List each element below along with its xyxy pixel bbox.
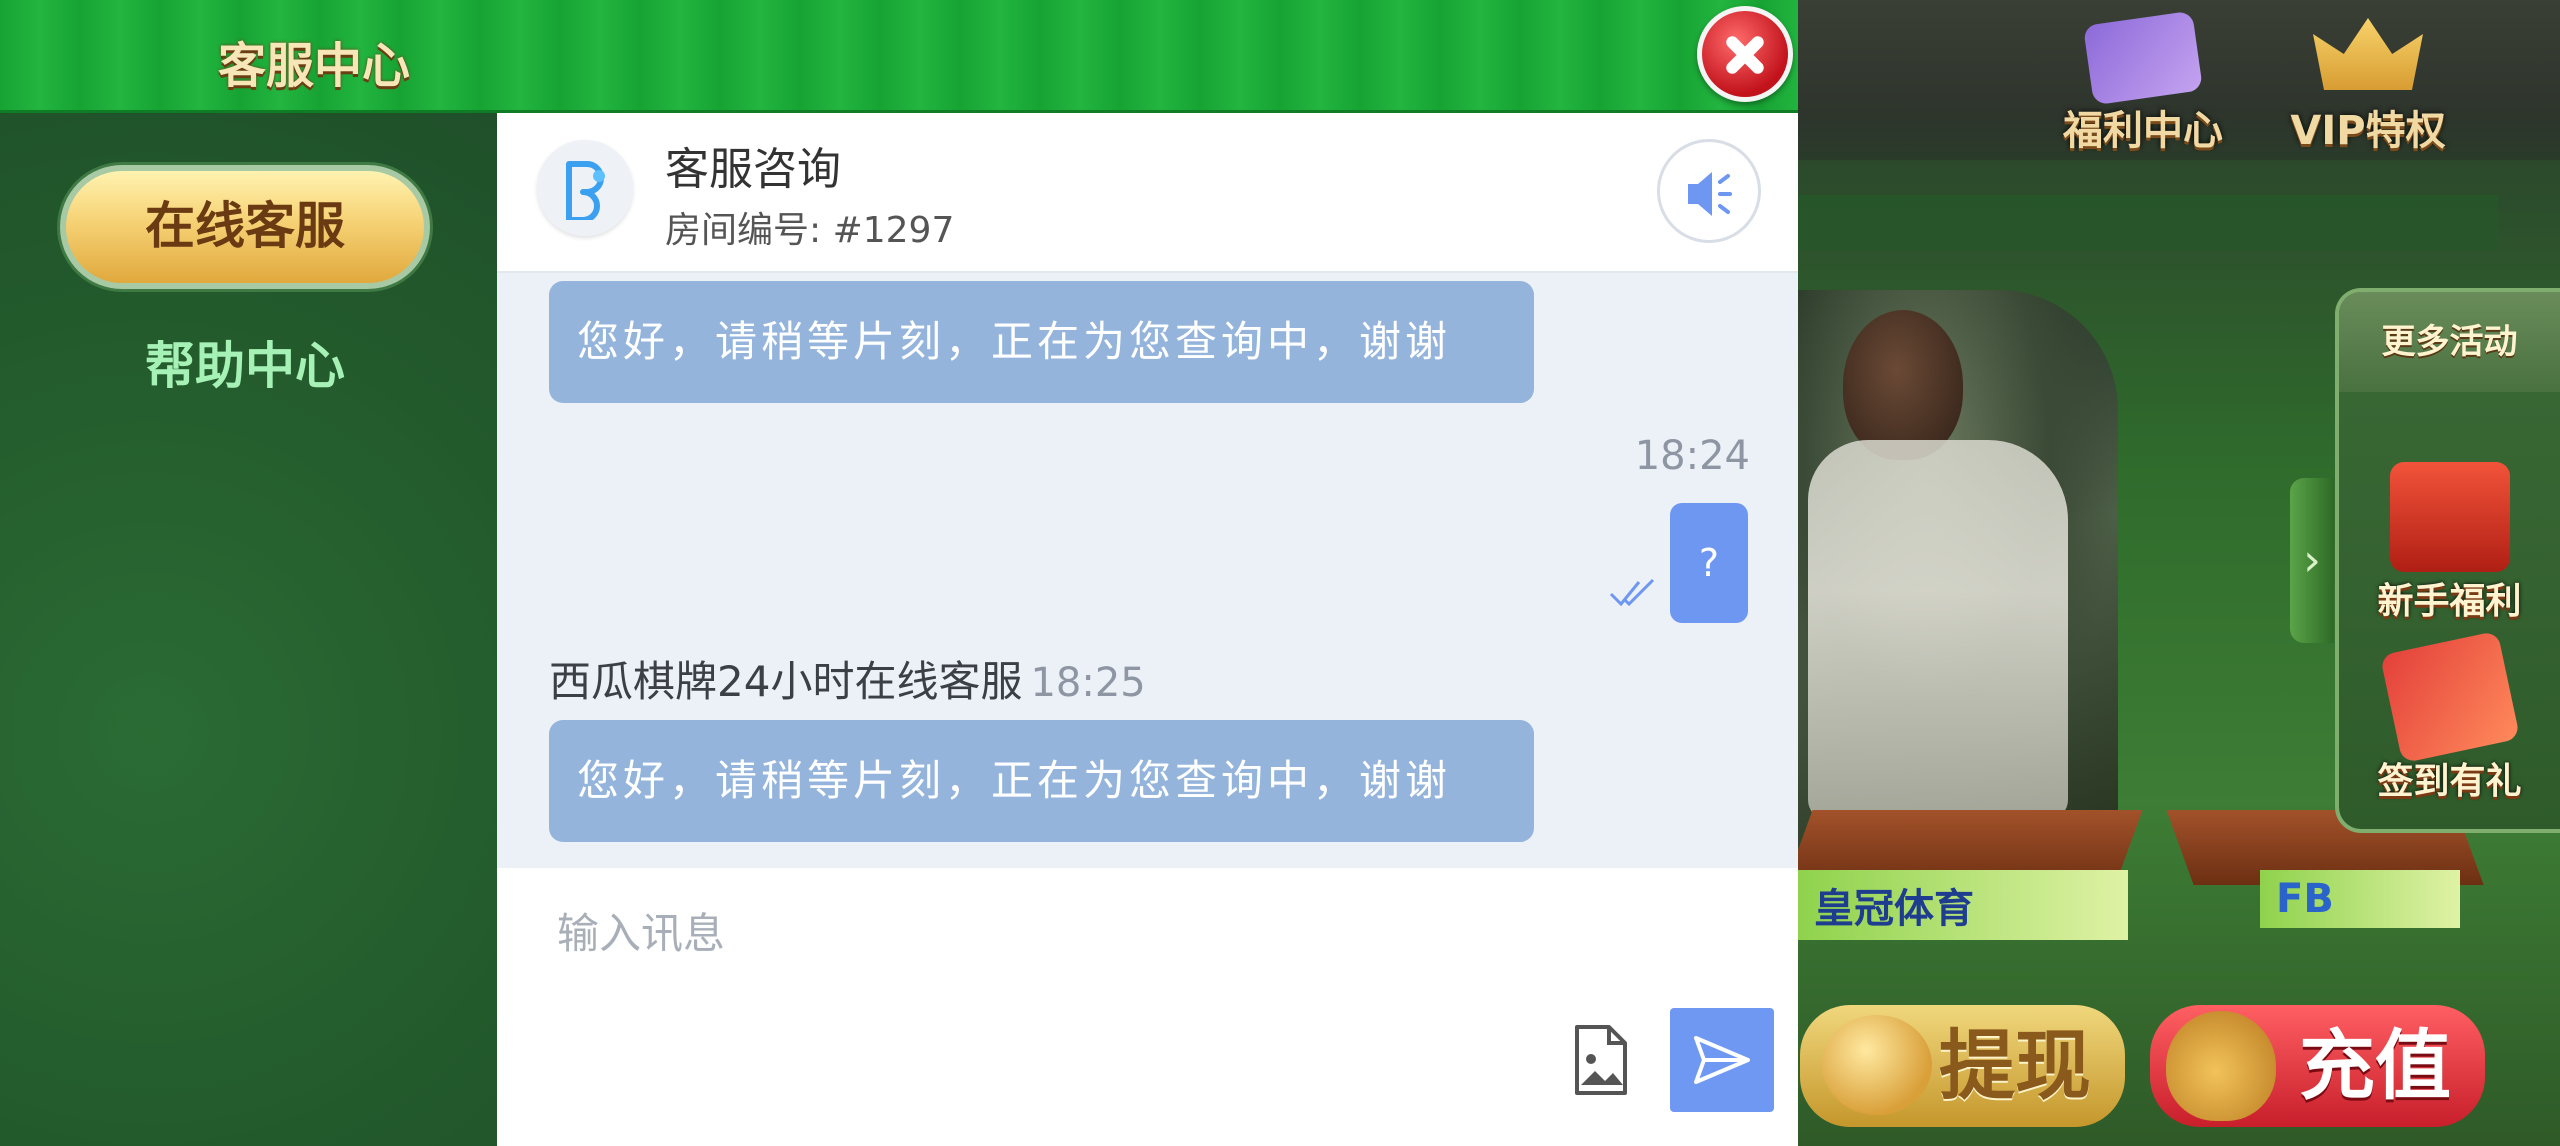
close-icon[interactable]	[1697, 6, 1793, 102]
agent-message-bubble: 您好，请稍等片刻，正在为您查询中，谢谢	[549, 720, 1534, 842]
more-activities-panel: 更多活动 新手福利 签到有礼	[2335, 288, 2560, 833]
message-list: 您好，请稍等片刻，正在为您查询中，谢谢 18:24 ? 西瓜棋牌24小时在线客服…	[497, 273, 1798, 868]
newbie-welfare-label: 新手福利	[2377, 581, 2522, 622]
send-icon[interactable]	[1670, 1008, 1774, 1112]
crown-icon	[2313, 18, 2423, 90]
agent-logo-icon	[566, 161, 605, 220]
welfare-center-label: 福利中心	[2063, 108, 2223, 154]
tab-online-service[interactable]: 在线客服	[60, 165, 430, 289]
field-strip	[1798, 195, 2498, 250]
vip-privilege-button[interactable]: VIP特权	[2263, 18, 2473, 154]
signin-reward-label: 签到有礼	[2377, 761, 2522, 802]
player-jersey	[1808, 440, 2068, 820]
money-bag-icon	[2166, 1011, 2276, 1121]
agent-avatar	[537, 140, 633, 236]
withdraw-button[interactable]: 提现	[1800, 1005, 2125, 1127]
image-file-icon[interactable]	[1567, 1023, 1633, 1099]
double-check-icon	[1609, 578, 1655, 607]
user-message-bubble: ?	[1670, 503, 1748, 623]
recharge-button[interactable]: 充值	[2150, 1005, 2485, 1127]
vip-privilege-label: VIP特权	[2290, 108, 2446, 154]
chat-panel: 客服咨询 房间编号: #1297 您好，请稍等片刻，正在为您查询中，谢谢 18:…	[497, 113, 1798, 1146]
newbie-welfare-button[interactable]: 新手福利	[2339, 442, 2560, 632]
modal-header: 客服中心	[0, 0, 1798, 113]
message-input[interactable]	[557, 898, 1557, 968]
gift-box-icon	[2389, 462, 2510, 572]
modal-sidebar: 在线客服 帮助中心	[0, 113, 497, 1146]
customer-service-modal: 客服中心 在线客服 帮助中心 客服咨询 房间编号: #1297 您好，请稍等片刻…	[0, 0, 1798, 1146]
withdraw-label: 提现	[1939, 1021, 2091, 1110]
gift-clipboard-icon	[2082, 10, 2204, 106]
tab-help-center[interactable]: 帮助中心	[60, 321, 430, 411]
chat-title: 客服咨询	[665, 144, 841, 195]
more-activities-title[interactable]: 更多活动	[2339, 292, 2560, 392]
huangguan-sports-label[interactable]: 皇冠体育	[1798, 870, 2128, 940]
modal-title: 客服中心	[218, 38, 411, 94]
message-timestamp: 18:25	[1030, 660, 1146, 706]
sender-line: 西瓜棋牌24小时在线客服 18:25	[549, 648, 1146, 709]
sports-banner-image[interactable]	[1783, 290, 2143, 940]
message-composer	[497, 868, 1798, 1146]
message-timestamp: 18:24	[1634, 433, 1750, 479]
gold-coins-icon	[1822, 1015, 1932, 1115]
chat-header: 客服咨询 房间编号: #1297	[497, 113, 1798, 273]
signin-reward-button[interactable]: 签到有礼	[2339, 622, 2560, 812]
room-number: 房间编号: #1297	[665, 210, 955, 251]
chevron-right-icon[interactable]: ›	[2290, 478, 2334, 643]
player-head	[1843, 310, 1963, 460]
recharge-label: 充值	[2299, 1021, 2451, 1110]
agent-message-bubble: 您好，请稍等片刻，正在为您查询中，谢谢	[549, 281, 1534, 403]
red-envelope-icon	[2379, 630, 2520, 764]
welfare-center-button[interactable]: 福利中心	[2038, 10, 2248, 154]
lobby-top-bar: 福利中心 VIP特权	[1798, 0, 2560, 160]
speaker-icon[interactable]	[1657, 139, 1761, 243]
fb-sports-label[interactable]: FB	[2260, 870, 2460, 928]
sender-name: 西瓜棋牌24小时在线客服	[549, 657, 1023, 706]
